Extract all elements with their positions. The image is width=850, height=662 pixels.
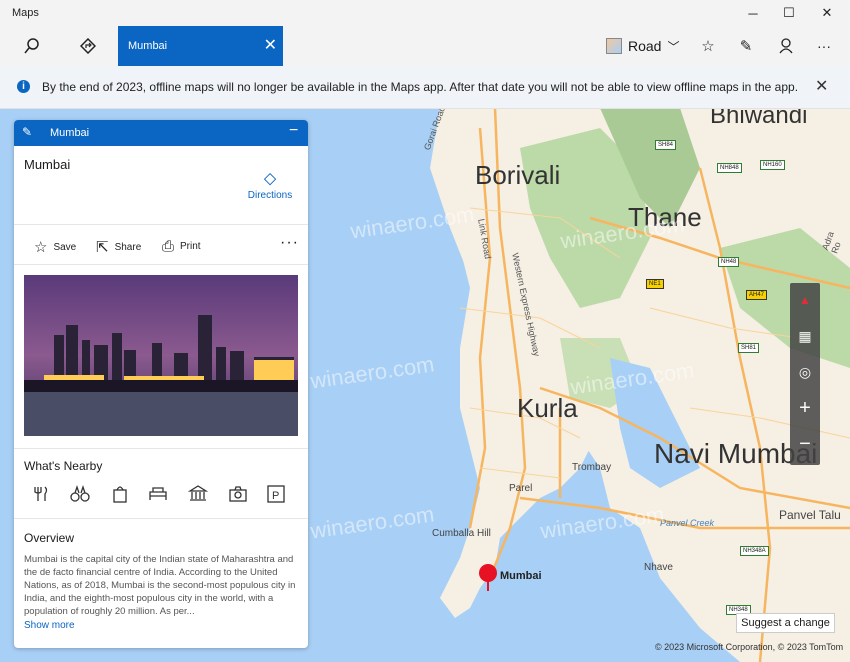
nearby-categories: P xyxy=(32,484,294,504)
map-label-kurla: Kurla xyxy=(517,393,578,423)
map-label-thane: Thane xyxy=(628,202,702,232)
tab-mumbai[interactable]: Mumbai ✕ xyxy=(118,26,283,66)
shield-ah47: AH47 xyxy=(746,290,768,300)
panel-header-title: Mumbai xyxy=(50,127,90,139)
shield-nh348a: NH348A xyxy=(740,546,769,556)
share-icon: ⇱ xyxy=(96,239,109,256)
map-label-mumbai: Mumbai xyxy=(500,570,542,582)
shopping-bag-icon[interactable] xyxy=(110,484,130,504)
shield-ne1: NE1 xyxy=(646,279,664,289)
close-window-button[interactable]: ✕ xyxy=(808,0,846,26)
save-button[interactable]: ☆ Save xyxy=(34,238,76,256)
road-style-icon xyxy=(606,38,622,54)
nearby-title: What's Nearby xyxy=(24,459,103,473)
close-banner-icon[interactable]: ✕ xyxy=(815,76,828,96)
svg-text:P: P xyxy=(272,490,279,502)
overview-text: Mumbai is the capital city of the Indian… xyxy=(24,554,296,617)
location-target-icon: ◎ xyxy=(798,363,812,380)
person-icon xyxy=(779,38,793,54)
zoom-out-button[interactable]: − xyxy=(790,429,820,459)
directions-icon xyxy=(80,38,96,54)
map-label-cumballa-hill: Cumballa Hill xyxy=(432,528,491,539)
place-name: Mumbai xyxy=(24,157,71,172)
minimize-button[interactable]: ─ xyxy=(734,0,772,26)
share-button[interactable]: ⇱ Share xyxy=(96,238,141,256)
print-label: Print xyxy=(180,241,201,252)
place-panel: ✎ Mumbai − Mumbai ⬦ Directions ☆ Save ⇱ … xyxy=(14,120,308,648)
suggest-change-button[interactable]: Suggest a change xyxy=(736,613,835,633)
more-actions-icon[interactable]: ··· xyxy=(280,234,299,252)
hotel-icon[interactable] xyxy=(148,484,168,504)
search-icon xyxy=(24,38,39,54)
maximize-button[interactable]: ☐ xyxy=(770,0,808,26)
plus-icon: + xyxy=(799,396,811,419)
account-button[interactable] xyxy=(774,26,798,66)
directions-button[interactable] xyxy=(70,26,106,66)
minus-icon: − xyxy=(799,432,811,455)
binoculars-icon[interactable] xyxy=(70,484,90,504)
directions-label: Directions xyxy=(247,190,293,201)
parking-icon[interactable]: P xyxy=(266,484,286,504)
shield-sh81: SH81 xyxy=(738,343,760,353)
save-label: Save xyxy=(53,241,77,253)
location-pin-icon[interactable] xyxy=(478,563,500,593)
divider xyxy=(14,264,308,265)
map-label-borivali: Borivali xyxy=(475,160,561,190)
zoom-in-button[interactable]: + xyxy=(790,393,820,423)
map-label-nhave: Nhave xyxy=(644,562,673,573)
printer-icon: ⎙ xyxy=(162,238,175,255)
camera-icon[interactable] xyxy=(228,484,248,504)
shield-nh48: NH48 xyxy=(718,257,740,267)
print-button[interactable]: ⎙ Print xyxy=(162,238,201,255)
map-style-dropdown[interactable]: Road ﹀ xyxy=(606,26,679,66)
ink-button[interactable]: ✎ xyxy=(734,26,758,66)
app-title: Maps xyxy=(12,7,39,19)
map-label-parel: Parel xyxy=(509,483,533,494)
map-label-trombay: Trombay xyxy=(572,462,612,473)
my-location-button[interactable]: ◎ xyxy=(790,357,820,387)
more-options-button[interactable]: ··· xyxy=(812,26,836,66)
divider xyxy=(14,448,308,449)
tab-mumbai-label: Mumbai xyxy=(128,40,168,52)
pen-icon: ✎ xyxy=(739,38,753,55)
offline-maps-banner: i By the end of 2023, offline maps will … xyxy=(0,66,850,109)
copyright-text: © 2023 Microsoft Corporation, © 2023 Tom… xyxy=(655,642,844,652)
museum-icon[interactable] xyxy=(188,484,208,504)
title-bar: Maps ─ ☐ ✕ xyxy=(0,0,850,26)
more-icon: ··· xyxy=(817,38,831,54)
compass-icon: ▲ xyxy=(799,293,811,307)
divider xyxy=(14,518,308,519)
info-icon: i xyxy=(17,80,30,93)
close-tab-icon[interactable]: ✕ xyxy=(264,35,277,55)
divider xyxy=(14,224,308,225)
chevron-down-icon: ﹀ xyxy=(667,39,680,54)
favorites-button[interactable]: ☆ xyxy=(696,26,720,66)
share-label: Share xyxy=(114,241,142,253)
directions-link[interactable]: ⬦ Directions xyxy=(242,168,298,201)
star-icon: ☆ xyxy=(34,239,48,256)
favorites-list-icon: ☆ xyxy=(701,38,715,55)
banner-message: By the end of 2023, offline maps will no… xyxy=(42,80,799,94)
shield-nh848: NH848 xyxy=(717,163,742,173)
map-style-label: Road xyxy=(628,38,662,54)
minimize-panel-icon[interactable]: − xyxy=(289,122,298,140)
search-button[interactable] xyxy=(14,26,50,66)
edit-pen-icon[interactable]: ✎ xyxy=(22,125,32,139)
restaurant-icon[interactable] xyxy=(32,484,52,504)
city-skyline-photo xyxy=(24,275,298,436)
map-label-panvel-creek: Panvel Creek xyxy=(660,518,715,528)
grid-tilt-icon: ▦ xyxy=(798,327,812,344)
compass-button[interactable]: ▲ xyxy=(790,285,820,315)
panel-header: ✎ Mumbai − xyxy=(14,120,308,146)
map-controls: ▲ ▦ ◎ + − xyxy=(790,283,820,465)
map-label-panvel-taluka: Panvel Talu xyxy=(779,508,841,522)
shield-sh84: SH84 xyxy=(655,140,677,150)
shield-nh160: NH160 xyxy=(760,160,785,170)
overview-title: Overview xyxy=(24,531,75,545)
directions-icon: ⬦ xyxy=(263,168,277,188)
3d-view-button[interactable]: ▦ xyxy=(790,321,820,351)
show-more-link[interactable]: Show more xyxy=(24,620,75,631)
